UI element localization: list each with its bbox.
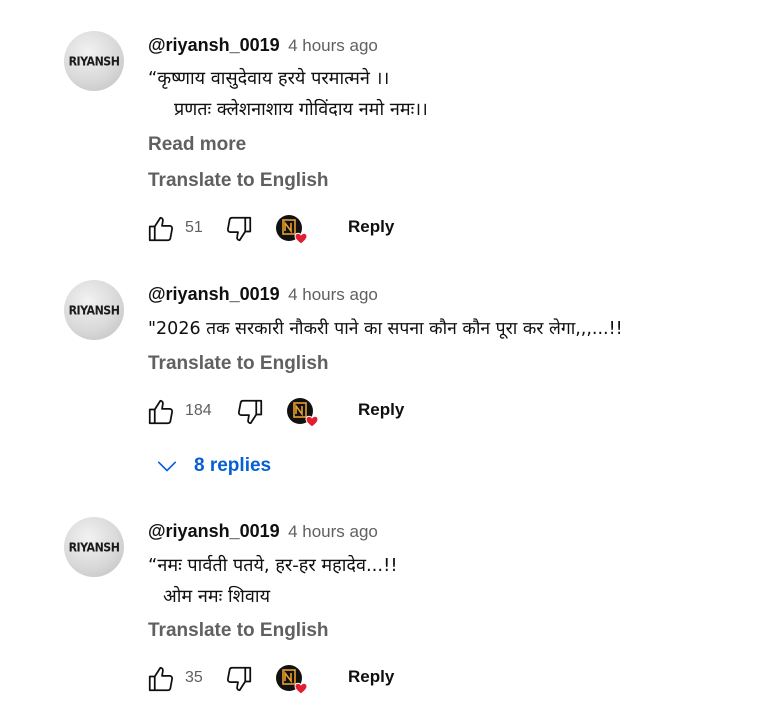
avatar[interactable]: RIYANSH	[64, 517, 124, 577]
author-name[interactable]: @riyansh_0019	[148, 35, 280, 55]
comment-time[interactable]: 4 hours ago	[288, 285, 378, 304]
comment-action-bar: 51 Reply	[146, 214, 566, 246]
comment-text-line: "2026 तक सरकारी नौकरी पाने का सपना कौन क…	[148, 319, 623, 339]
creator-heart-icon	[276, 665, 308, 695]
dislike-button[interactable]	[224, 214, 254, 244]
comment-action-bar: 184 Reply	[146, 397, 566, 429]
comment-header: @riyansh_0019 4 hours ago	[148, 521, 378, 542]
thumbs-down-icon	[237, 399, 263, 425]
comment-text-line: प्रणतः क्लेशनाशाय गोविंदाय नमो नमः।।	[174, 99, 428, 120]
translate-button[interactable]: Translate to English	[148, 170, 329, 192]
thumbs-down-icon	[226, 216, 252, 242]
chevron-down-icon	[157, 461, 177, 472]
thumbs-up-icon	[148, 216, 174, 242]
comment-time[interactable]: 4 hours ago	[288, 522, 378, 541]
thumbs-up-icon	[148, 666, 174, 692]
reply-button[interactable]: Reply	[348, 667, 394, 687]
reply-button[interactable]: Reply	[348, 217, 394, 237]
avatar-logo-text: RIYANSH	[68, 53, 120, 69]
author-name[interactable]: @riyansh_0019	[148, 521, 280, 541]
comment-time[interactable]: 4 hours ago	[288, 36, 378, 55]
like-count: 184	[185, 402, 212, 419]
comment-text-line: “नमः पार्वती पतये, हर-हर महादेव...!!	[148, 555, 398, 576]
like-button[interactable]	[146, 664, 176, 694]
comments-section: RIYANSH @riyansh_0019 4 hours ago “कृष्ण…	[0, 0, 760, 721]
creator-heart-icon	[287, 398, 319, 428]
creator-heart-icon	[276, 215, 308, 245]
like-button[interactable]	[146, 214, 176, 244]
thumbs-up-icon	[148, 399, 174, 425]
comment-header: @riyansh_0019 4 hours ago	[148, 284, 378, 305]
comment-action-bar: 35 Reply	[146, 664, 566, 696]
author-name[interactable]: @riyansh_0019	[148, 284, 280, 304]
creator-heart-badge	[275, 214, 309, 246]
comment-text-line: ओम नमः शिवाय	[163, 586, 271, 607]
avatar-logo-text: RIYANSH	[68, 539, 120, 555]
avatar[interactable]: RIYANSH	[64, 31, 124, 91]
read-more-button[interactable]: Read more	[148, 134, 246, 156]
like-count: 51	[185, 219, 203, 236]
translate-button[interactable]: Translate to English	[148, 620, 329, 642]
replies-count-label: 8 replies	[194, 455, 272, 476]
translate-button[interactable]: Translate to English	[148, 353, 329, 375]
thumbs-down-icon	[226, 666, 252, 692]
like-count: 35	[185, 669, 203, 686]
avatar[interactable]: RIYANSH	[64, 280, 124, 340]
like-button[interactable]	[146, 397, 176, 427]
view-replies-button[interactable]: 8 replies	[156, 453, 271, 479]
dislike-button[interactable]	[224, 664, 254, 694]
creator-heart-badge	[275, 664, 309, 696]
creator-heart-badge	[286, 397, 320, 429]
dislike-button[interactable]	[235, 397, 265, 427]
comment-text-line: “कृष्णाय वासुदेवाय हरये परमात्मने ।।	[148, 68, 390, 89]
avatar-logo-text: RIYANSH	[68, 302, 120, 318]
reply-button[interactable]: Reply	[358, 400, 404, 420]
comment-header: @riyansh_0019 4 hours ago	[148, 35, 378, 56]
